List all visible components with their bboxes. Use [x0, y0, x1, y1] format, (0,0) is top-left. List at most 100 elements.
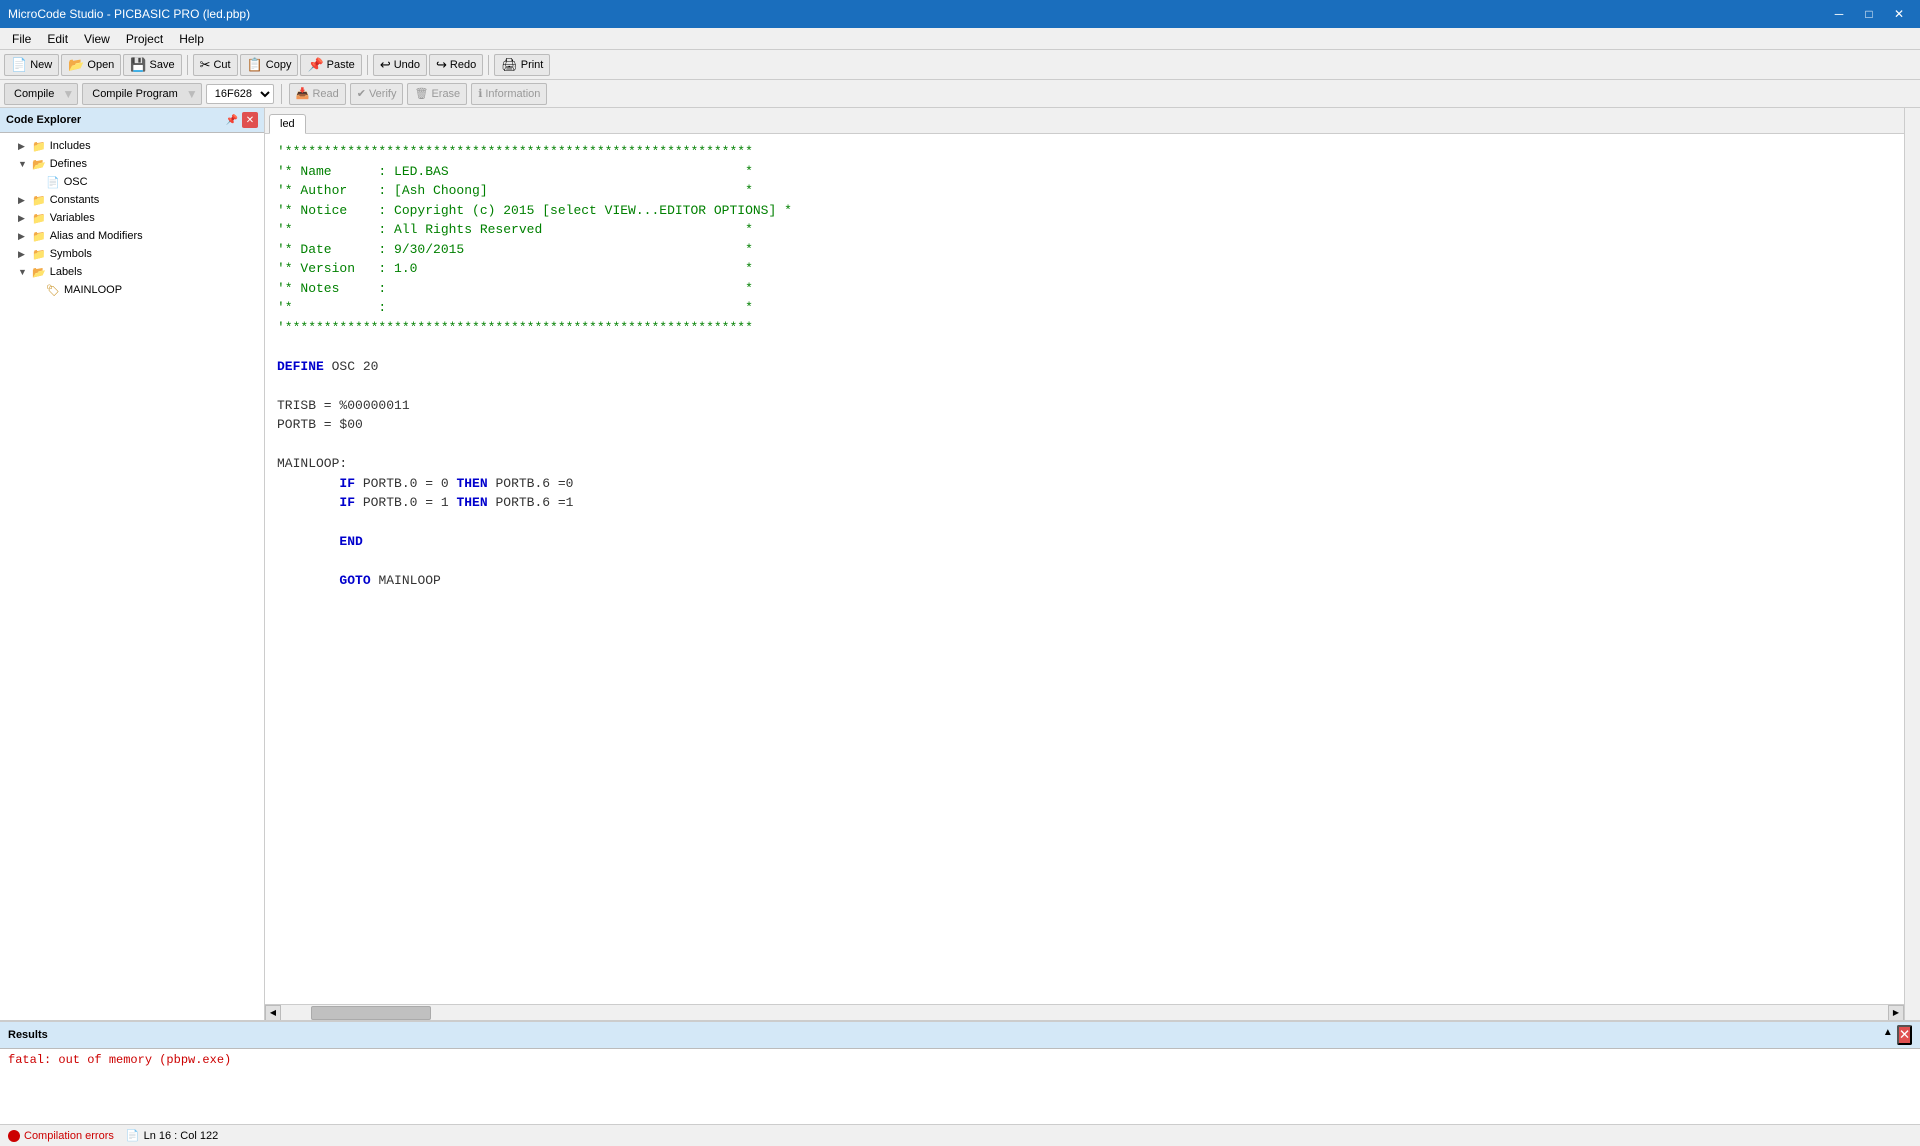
scroll-track[interactable] [281, 1005, 1888, 1021]
status-error: Compilation errors [8, 1130, 114, 1142]
results-expand-icon[interactable]: ▲ [1881, 1025, 1895, 1045]
expand-icon: ▶ [18, 195, 28, 206]
chip-select[interactable]: 16F628 [206, 84, 274, 104]
menu-file[interactable]: File [4, 30, 39, 48]
separator-1 [187, 55, 188, 75]
save-label: Save [150, 59, 175, 71]
erase-label: Erase [431, 88, 460, 100]
position-icon: 📄 [126, 1129, 140, 1142]
tab-led[interactable]: led [269, 114, 306, 134]
compile-button[interactable]: Compile [8, 87, 60, 101]
tree-label-alias: Alias and Modifiers [50, 230, 143, 242]
menu-help[interactable]: Help [171, 30, 212, 48]
read-label: Read [312, 88, 338, 100]
window-controls: ─ □ ✕ [1826, 4, 1912, 24]
title-bar: MicroCode Studio - PICBASIC PRO (led.pbp… [0, 0, 1920, 28]
copy-label: Copy [266, 59, 292, 71]
open-button[interactable]: 📂 Open [61, 54, 121, 76]
cut-button[interactable]: ✂ Cut [193, 54, 238, 76]
paste-label: Paste [327, 59, 355, 71]
expand-icon: ▼ [18, 267, 28, 277]
copy-icon: 📋 [247, 57, 263, 73]
read-button[interactable]: 📥 Read [289, 83, 346, 105]
erase-button[interactable]: 🗑 Erase [407, 83, 467, 105]
redo-button[interactable]: ↪ Redo [429, 54, 483, 76]
expand-icon: ▼ [18, 159, 28, 169]
tree-item-mainloop[interactable]: 🏷 MAINLOOP [0, 281, 264, 299]
tree-item-defines[interactable]: ▼ 📂 Defines [0, 155, 264, 173]
tree-item-symbols[interactable]: ▶ 📁 Symbols [0, 245, 264, 263]
editor-area: led '***********************************… [265, 108, 1904, 1020]
print-label: Print [521, 59, 544, 71]
folder-icon: 📂 [32, 266, 46, 279]
tree-item-includes[interactable]: ▶ 📁 Includes [0, 137, 264, 155]
error-dot [8, 1130, 20, 1142]
toolbar: 📄 New 📂 Open 💾 Save ✂ Cut 📋 Copy 📌 Paste… [0, 50, 1920, 80]
tree-item-variables[interactable]: ▶ 📁 Variables [0, 209, 264, 227]
maximize-button[interactable]: □ [1856, 4, 1882, 24]
scroll-left-button[interactable]: ◀ [265, 1005, 281, 1021]
scroll-right-button[interactable]: ▶ [1888, 1005, 1904, 1021]
error-text: Compilation errors [24, 1130, 114, 1142]
results-title: Results [8, 1029, 48, 1041]
separator-3 [488, 55, 489, 75]
new-button[interactable]: 📄 New [4, 54, 59, 76]
paste-icon: 📌 [307, 57, 323, 73]
explorer-header: Code Explorer 📌 ✕ [0, 108, 264, 133]
minimize-button[interactable]: ─ [1826, 4, 1852, 24]
tree-item-alias[interactable]: ▶ 📁 Alias and Modifiers [0, 227, 264, 245]
compile-program-button[interactable]: Compile Program [86, 87, 184, 101]
copy-button[interactable]: 📋 Copy [240, 54, 299, 76]
right-gutter [1904, 108, 1920, 1020]
scroll-thumb[interactable] [311, 1006, 431, 1020]
menu-view[interactable]: View [76, 30, 118, 48]
new-icon: 📄 [11, 57, 27, 73]
paste-button[interactable]: 📌 Paste [300, 54, 361, 76]
window-title: MicroCode Studio - PICBASIC PRO (led.pbp… [8, 7, 250, 21]
information-button[interactable]: ℹ Information [471, 83, 547, 105]
verify-button[interactable]: ✔ Verify [350, 83, 404, 105]
expand-icon: ▶ [18, 231, 28, 242]
open-icon: 📂 [68, 57, 84, 73]
expand-icon: ▶ [18, 213, 28, 224]
code-display[interactable]: '***************************************… [265, 134, 1904, 599]
horizontal-scrollbar[interactable]: ◀ ▶ [265, 1004, 1904, 1020]
read-icon: 📥 [296, 87, 310, 100]
menu-edit[interactable]: Edit [39, 30, 76, 48]
explorer-close-button[interactable]: ✕ [242, 112, 258, 128]
explorer-title: Code Explorer [6, 114, 81, 126]
editor-content[interactable]: '***************************************… [265, 134, 1904, 1004]
tree-item-labels[interactable]: ▼ 📂 Labels [0, 263, 264, 281]
tree-label-variables: Variables [50, 212, 95, 224]
separator-2 [367, 55, 368, 75]
print-button[interactable]: 🖨 Print [494, 54, 550, 76]
tree-icon-osc: 📄 [46, 176, 60, 189]
info-label: Information [485, 88, 540, 100]
save-button[interactable]: 💾 Save [123, 54, 181, 76]
undo-button[interactable]: ↩ Undo [373, 54, 427, 76]
position-text: Ln 16 : Col 122 [144, 1130, 219, 1142]
info-icon: ℹ [478, 87, 482, 100]
tree-label-symbols: Symbols [50, 248, 92, 260]
explorer-header-controls: 📌 ✕ [224, 112, 258, 128]
results-panel: Results ▲ ✕ fatal: out of memory (pbpw.e… [0, 1020, 1920, 1124]
redo-icon: ↪ [436, 57, 447, 73]
close-button[interactable]: ✕ [1886, 4, 1912, 24]
results-controls: ▲ ✕ [1881, 1025, 1912, 1045]
status-bar: Compilation errors 📄 Ln 16 : Col 122 [0, 1124, 1920, 1146]
explorer-pin-button[interactable]: 📌 [224, 112, 240, 128]
menu-project[interactable]: Project [118, 30, 171, 48]
separator-compile [281, 84, 282, 104]
status-position: 📄 Ln 16 : Col 122 [126, 1129, 218, 1142]
tree-label-constants: Constants [50, 194, 100, 206]
open-label: Open [87, 59, 114, 71]
tree-icon-mainloop: 🏷 [46, 284, 60, 297]
tree-item-constants[interactable]: ▶ 📁 Constants [0, 191, 264, 209]
results-close-button[interactable]: ✕ [1897, 1025, 1912, 1045]
tree-item-osc[interactable]: 📄 OSC [0, 173, 264, 191]
tree-label-mainloop: MAINLOOP [64, 284, 122, 296]
results-text: fatal: out of memory (pbpw.exe) [8, 1053, 231, 1067]
folder-icon: 📁 [32, 248, 46, 261]
print-icon: 🖨 [501, 57, 518, 73]
undo-icon: ↩ [380, 57, 391, 73]
